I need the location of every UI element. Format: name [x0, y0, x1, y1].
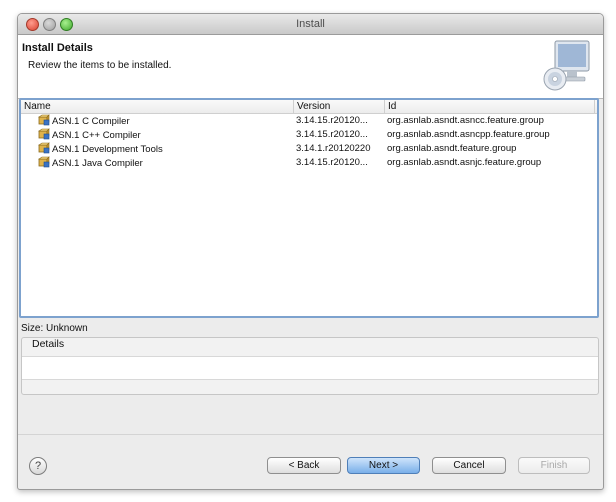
back-button[interactable]: < Back	[267, 457, 341, 474]
row-version: 3.14.1.r20120220	[296, 143, 371, 154]
install-window: Install Install Details Review the items…	[17, 13, 604, 490]
size-label: Size: Unknown	[21, 323, 88, 334]
row-id: org.asnlab.asndt.asncpp.feature.group	[387, 129, 550, 140]
items-table[interactable]: Name Version Id ASN.1 C Compiler 3.14.15…	[19, 98, 599, 318]
details-group: Details	[21, 337, 599, 395]
feature-package-icon	[38, 114, 50, 126]
help-icon[interactable]: ?	[29, 457, 47, 475]
column-header-id[interactable]: Id	[385, 100, 595, 113]
row-id: org.asnlab.asndt.asnjc.feature.group	[387, 157, 542, 168]
feature-package-icon	[38, 156, 50, 168]
monitor-cd-icon	[543, 40, 590, 91]
title-bar: Install	[18, 14, 603, 35]
details-title: Details	[32, 338, 65, 350]
column-header-name[interactable]: Name	[21, 100, 294, 113]
row-name: ASN.1 C++ Compiler	[52, 130, 141, 141]
table-row[interactable]: ASN.1 C Compiler 3.14.15.r20120... org.a…	[21, 114, 597, 128]
row-id: org.asnlab.asndt.feature.group	[387, 143, 517, 154]
table-header: Name Version Id	[21, 100, 597, 114]
cancel-button[interactable]: Cancel	[432, 457, 506, 474]
row-name: ASN.1 C Compiler	[52, 116, 130, 127]
details-text-area[interactable]	[22, 356, 598, 380]
row-version: 3.14.15.r20120...	[296, 157, 368, 168]
table-row[interactable]: ASN.1 Java Compiler 3.14.15.r20120... or…	[21, 156, 597, 170]
button-bar-divider	[18, 434, 603, 435]
row-name: ASN.1 Development Tools	[52, 144, 163, 155]
row-version: 3.14.15.r20120...	[296, 129, 368, 140]
finish-button[interactable]: Finish	[518, 457, 590, 474]
table-row[interactable]: ASN.1 C++ Compiler 3.14.15.r20120... org…	[21, 128, 597, 142]
row-version: 3.14.15.r20120...	[296, 115, 368, 126]
feature-package-icon	[38, 128, 50, 140]
page-subtitle: Review the items to be installed.	[28, 60, 172, 71]
row-id: org.asnlab.asndt.asncc.feature.group	[387, 115, 544, 126]
table-row[interactable]: ASN.1 Development Tools 3.14.1.r20120220…	[21, 142, 597, 156]
page-title: Install Details	[22, 42, 93, 54]
window-title: Install	[296, 18, 325, 30]
feature-package-icon	[38, 142, 50, 154]
row-name: ASN.1 Java Compiler	[52, 158, 143, 169]
dialog-header: Install Details Review the items to be i…	[18, 35, 603, 99]
next-button[interactable]: Next >	[347, 457, 420, 474]
column-header-version[interactable]: Version	[294, 100, 385, 113]
